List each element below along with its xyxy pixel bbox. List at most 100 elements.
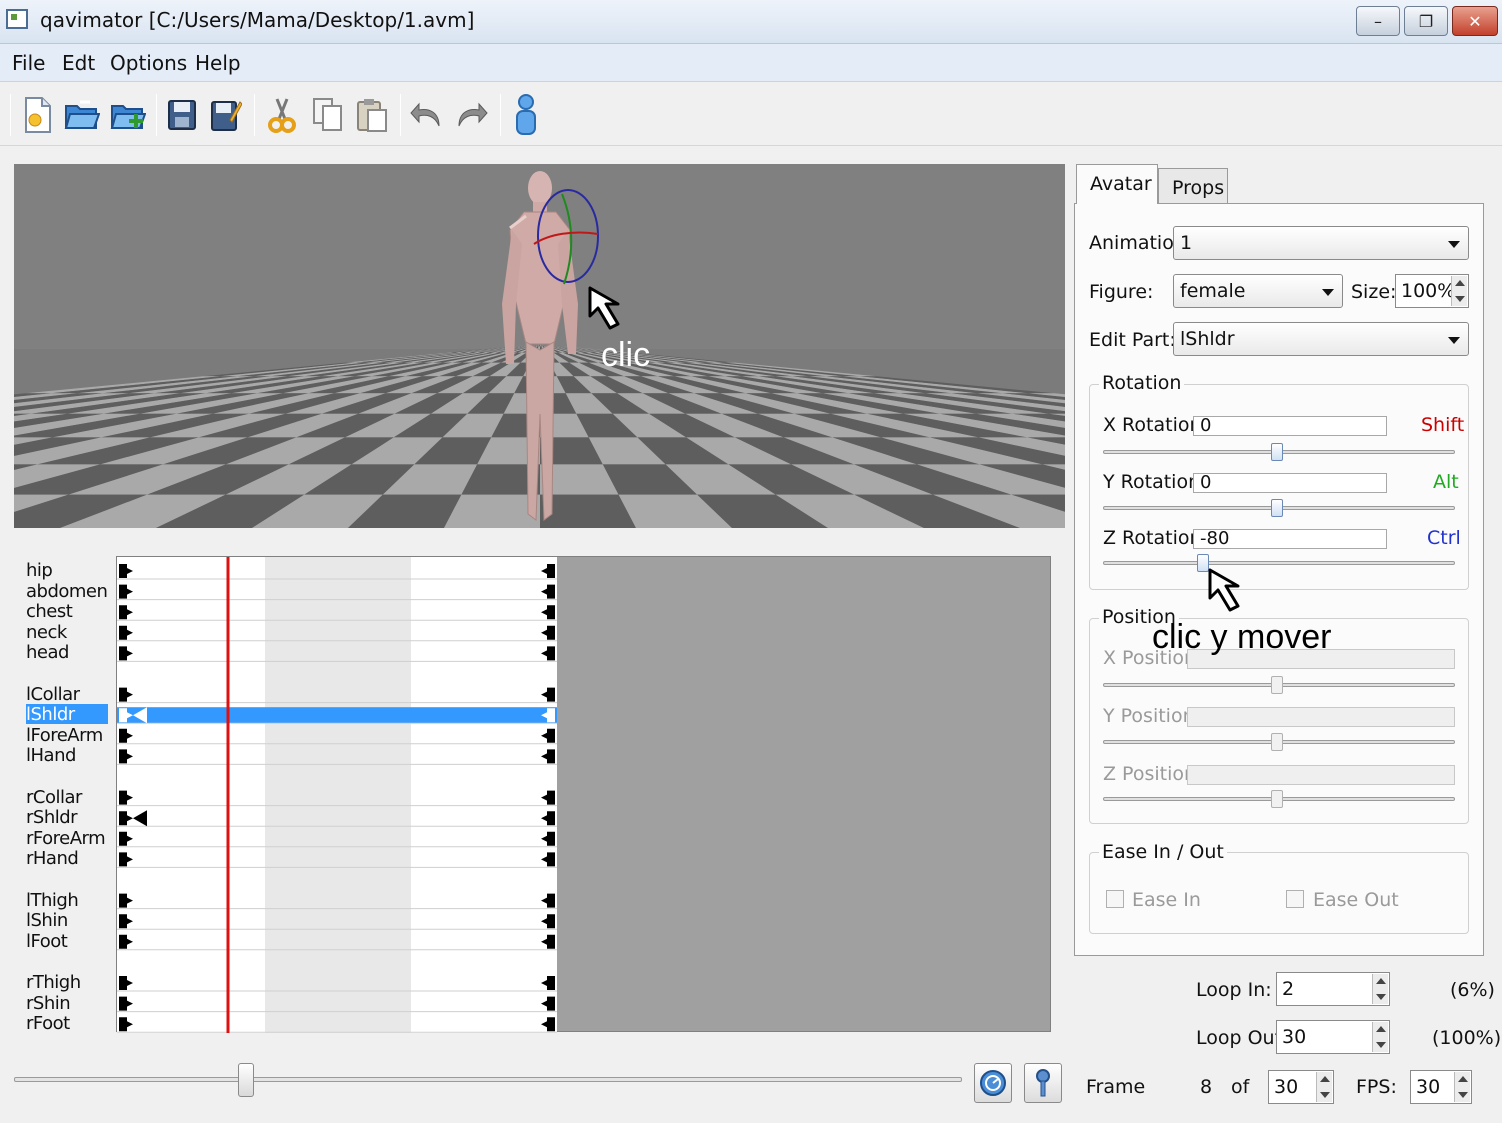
loop-out-spinbox[interactable]: 30 <box>1276 1020 1390 1054</box>
loop-out-label: Loop Out: <box>1196 1027 1289 1049</box>
y-rotation-value: 0 <box>1200 472 1212 493</box>
keyframe-timeline[interactable] <box>116 556 1052 1033</box>
spin-arrows-icon[interactable] <box>1316 1072 1332 1102</box>
menu-bar: File Edt Options Help <box>0 44 1502 82</box>
menu-edit[interactable]: Edt <box>62 51 95 75</box>
part-label-rshin[interactable]: rShin <box>26 993 71 1014</box>
keyframe-button[interactable] <box>1024 1063 1062 1103</box>
toolbar-separator <box>254 94 255 136</box>
animation-select[interactable]: 1 <box>1173 226 1469 260</box>
paste-icon[interactable] <box>352 94 392 136</box>
selected-track-row <box>117 707 557 724</box>
annotation-cursor-icon <box>588 286 620 330</box>
chevron-down-icon <box>1448 241 1460 248</box>
toolbar-separator <box>10 94 11 136</box>
part-label-lthigh[interactable]: lThigh <box>26 890 79 911</box>
part-label-rcollar[interactable]: rCollar <box>26 787 82 808</box>
part-label-lshldr[interactable]: lShldr <box>26 705 75 725</box>
ease-group-title: Ease In / Out <box>1099 841 1227 863</box>
annotation-clic-y-mover: clic y mover <box>1152 618 1332 656</box>
figure-select[interactable]: female <box>1173 274 1343 308</box>
open-folder-icon[interactable] <box>62 94 102 136</box>
chevron-down-icon <box>1322 289 1334 296</box>
figure-icon[interactable] <box>506 94 546 136</box>
title-bar: qavimator [C:/Users/Mama/Desktop/1.avm] … <box>0 0 1502 44</box>
part-label-chest[interactable]: chest <box>26 602 73 622</box>
new-file-icon[interactable] <box>18 94 58 136</box>
minimize-button[interactable]: – <box>1356 6 1400 36</box>
loop-in-spinbox[interactable]: 2 <box>1276 972 1390 1006</box>
tab-props[interactable]: Props <box>1158 168 1228 204</box>
part-label-abdomen[interactable]: abdomen <box>26 581 108 602</box>
frame-slider-handle[interactable] <box>238 1063 254 1097</box>
part-label-hip[interactable]: hip <box>26 561 53 581</box>
figure-select-value: female <box>1180 280 1246 302</box>
part-label-lhand[interactable]: lHand <box>26 746 76 766</box>
maximize-button[interactable]: ❐ <box>1404 6 1448 36</box>
spin-arrows-icon[interactable] <box>1451 276 1467 306</box>
x-position-slider-handle <box>1271 676 1283 694</box>
timeline-grid[interactable] <box>117 557 1052 1033</box>
menu-options[interactable]: Options <box>110 51 187 75</box>
edit-part-label: Edit Part: <box>1089 329 1176 351</box>
frame-label: Frame <box>1086 1076 1146 1098</box>
part-label-rthigh[interactable]: rThigh <box>26 973 81 993</box>
z-rotation-modifier: Ctrl <box>1427 527 1461 549</box>
spin-arrows-icon[interactable] <box>1454 1072 1470 1102</box>
current-frame: 8 <box>1200 1076 1213 1098</box>
spin-arrows-icon[interactable] <box>1372 1022 1388 1052</box>
y-rotation-label: Y Rotation: <box>1103 471 1207 493</box>
chevron-down-icon <box>1448 337 1460 344</box>
menu-help[interactable]: Help <box>195 51 241 75</box>
ease-in-label: Ease In <box>1132 889 1201 911</box>
fps-label: FPS: <box>1356 1076 1397 1098</box>
total-frames-spinbox[interactable]: 30 <box>1268 1070 1334 1104</box>
size-label: Size: <box>1351 281 1397 303</box>
size-spinbox[interactable]: 100% <box>1395 274 1469 308</box>
frame-slider[interactable] <box>14 1077 962 1082</box>
menu-file[interactable]: File <box>12 51 45 75</box>
3d-viewport[interactable] <box>14 164 1065 528</box>
part-label-lshin[interactable]: lShin <box>26 911 68 931</box>
toolbar-separator <box>400 94 401 136</box>
window-title: qavimator [C:/Users/Mama/Desktop/1.avm] <box>40 8 475 32</box>
y-rotation-input[interactable]: 0 <box>1193 472 1387 493</box>
z-rotation-input[interactable]: -80 <box>1193 528 1387 549</box>
tab-avatar[interactable]: Avatar <box>1076 164 1158 204</box>
fps-value: 30 <box>1416 1076 1441 1098</box>
x-rotation-input[interactable]: 0 <box>1193 415 1387 436</box>
ease-in-checkbox[interactable] <box>1106 890 1124 908</box>
save-icon[interactable] <box>162 94 202 136</box>
cut-icon[interactable] <box>262 94 302 136</box>
part-label-rhand[interactable]: rHand <box>26 849 79 869</box>
part-label-rshldr[interactable]: rShldr <box>26 808 78 828</box>
save-as-icon[interactable] <box>206 94 246 136</box>
of-label: of <box>1231 1076 1250 1098</box>
play-button[interactable] <box>974 1063 1012 1103</box>
x-rotation-slider-handle[interactable] <box>1271 443 1283 461</box>
close-button[interactable]: ✕ <box>1452 6 1498 36</box>
z-rotation-slider[interactable] <box>1103 561 1455 565</box>
fps-spinbox[interactable]: 30 <box>1410 1070 1472 1104</box>
animation-select-value: 1 <box>1180 232 1193 254</box>
part-label-lforearm[interactable]: lForeArm <box>26 725 103 746</box>
loop-in-label: Loop In: <box>1196 979 1272 1001</box>
spin-arrows-icon[interactable] <box>1372 974 1388 1004</box>
add-folder-icon[interactable] <box>108 94 148 136</box>
part-label-lfoot[interactable]: lFoot <box>26 931 68 952</box>
redo-icon[interactable] <box>452 94 492 136</box>
toolbar-separator <box>156 94 157 136</box>
undo-icon[interactable] <box>406 94 446 136</box>
part-label-rforearm[interactable]: rForeArm <box>26 828 106 849</box>
part-label-neck[interactable]: neck <box>26 622 67 643</box>
y-rotation-slider-handle[interactable] <box>1271 499 1283 517</box>
copy-icon[interactable] <box>308 94 348 136</box>
toolbar-separator <box>500 94 501 136</box>
ease-out-checkbox[interactable] <box>1286 890 1304 908</box>
3d-scene[interactable] <box>14 164 1065 528</box>
part-label-rfoot[interactable]: rFoot <box>26 1014 70 1034</box>
part-label-head[interactable]: head <box>26 643 69 663</box>
total-frames-value: 30 <box>1274 1076 1299 1098</box>
part-label-lcollar[interactable]: lCollar <box>26 684 80 705</box>
edit-part-select[interactable]: lShldr <box>1173 322 1469 356</box>
